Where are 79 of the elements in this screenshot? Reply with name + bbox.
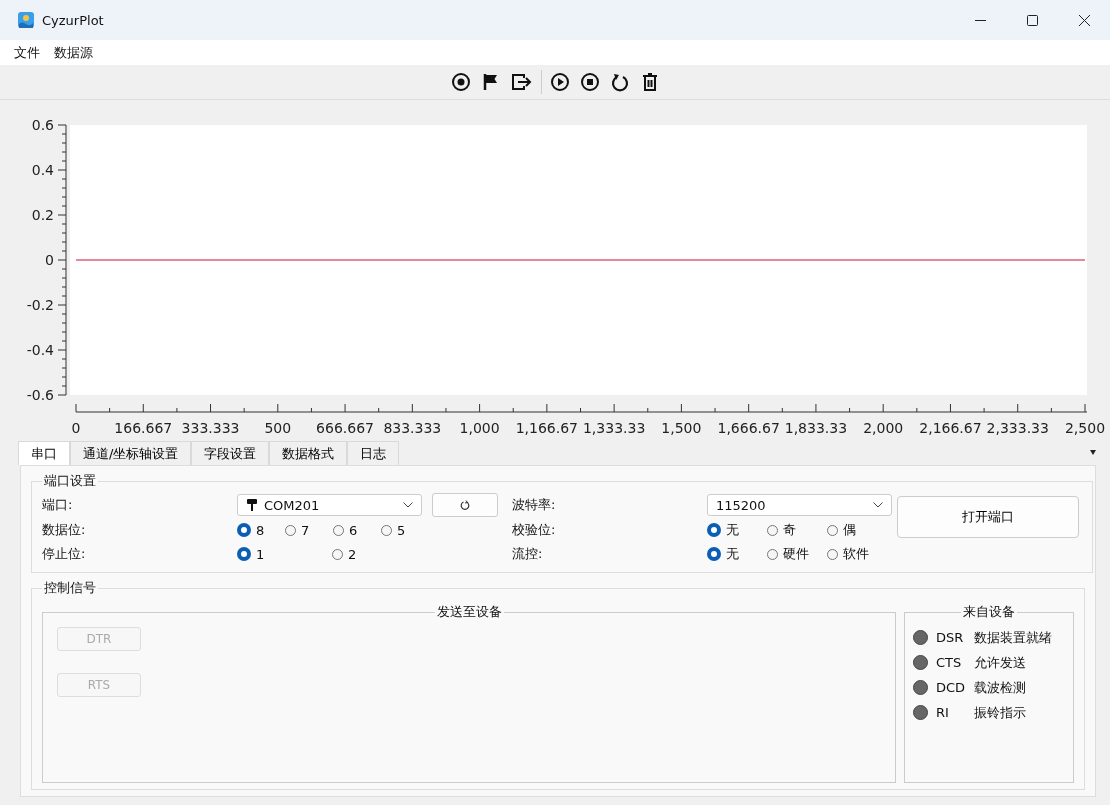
tab[interactable]: 通道/坐标轴设置 xyxy=(70,441,192,465)
y-tick-label: 0 xyxy=(45,252,54,268)
radio-option[interactable]: 无 xyxy=(707,521,739,539)
radio-option[interactable]: 5 xyxy=(381,522,406,538)
refresh-icon xyxy=(460,500,470,510)
stop-icon xyxy=(579,72,600,92)
field-label: 波特率: xyxy=(512,496,556,514)
x-tick-label: 1,000 xyxy=(459,420,500,436)
group-title: 发送至设备 xyxy=(435,603,503,621)
field-label: 停止位: xyxy=(42,545,86,563)
radio-option[interactable]: 1 xyxy=(237,546,265,562)
dropdown-value: COM201 xyxy=(264,497,321,513)
radio-option[interactable]: 奇 xyxy=(767,521,796,539)
tab[interactable]: 字段设置 xyxy=(191,441,270,465)
signal-name: RI xyxy=(936,705,950,720)
x-tick-label: 2,000 xyxy=(863,420,904,436)
x-tick-label: 833.333 xyxy=(383,420,442,436)
field-label: 端口: xyxy=(42,496,73,514)
field-label: 流控: xyxy=(512,545,543,563)
menu-item[interactable]: 文件 xyxy=(14,43,40,62)
radio-option[interactable]: 无 xyxy=(707,545,739,563)
close-icon xyxy=(1078,14,1090,26)
y-tick-label: -0.2 xyxy=(26,297,54,313)
pin-icon xyxy=(246,498,258,512)
x-tick-label: 1,500 xyxy=(661,420,702,436)
chevron-down-icon xyxy=(403,502,413,508)
group-title: 控制信号 xyxy=(43,579,97,597)
x-tick-label: 666.667 xyxy=(316,420,374,436)
x-tick-label: 1,333.33 xyxy=(582,420,646,436)
app-logo-icon xyxy=(18,12,34,28)
signal-description: 允许发送 xyxy=(974,653,1026,672)
radio-option[interactable]: 8 xyxy=(237,522,265,538)
x-tick-label: 2,166.67 xyxy=(919,420,982,436)
x-tick-label: 1,833.33 xyxy=(784,420,848,436)
window-title: CyzurPlot xyxy=(42,12,104,28)
tab[interactable]: 数据格式 xyxy=(269,441,348,465)
x-tick-label: 500 xyxy=(264,420,292,436)
x-tick-label: 0 xyxy=(71,420,81,436)
port-dropdown[interactable]: COM201 xyxy=(237,494,422,516)
circle-dot-icon xyxy=(450,72,471,92)
radio-option[interactable]: 7 xyxy=(285,522,310,538)
signal-name: DSR xyxy=(936,630,965,645)
tab[interactable]: 串口 xyxy=(18,441,70,465)
signal-name: DCD xyxy=(936,680,967,695)
y-tick-label: 0.6 xyxy=(31,117,54,133)
signal-description: 数据装置就绪 xyxy=(974,628,1052,647)
open-port-button[interactable]: 打开端口 xyxy=(897,496,1079,538)
radio-option[interactable]: 2 xyxy=(332,546,357,562)
refresh-icon xyxy=(609,72,630,92)
menu-item[interactable]: 数据源 xyxy=(54,43,93,62)
exit-icon xyxy=(510,72,533,92)
y-tick-label: -0.4 xyxy=(26,342,54,358)
y-tick-label: 0.4 xyxy=(31,162,54,178)
group-title: 端口设置 xyxy=(43,472,97,490)
x-tick-label: 1,666.67 xyxy=(717,420,780,436)
dropdown-value: 115200 xyxy=(716,497,767,513)
tab[interactable]: 日志 xyxy=(347,441,400,465)
field-label: 数据位: xyxy=(42,521,86,539)
x-tick-label: 166.667 xyxy=(114,420,173,436)
radio-option[interactable]: 硬件 xyxy=(767,545,809,563)
signal-description: 振铃指示 xyxy=(974,703,1026,722)
radio-option[interactable]: 6 xyxy=(333,522,358,538)
dropdown-triangle-icon[interactable] xyxy=(1090,450,1096,455)
x-tick-label: 2,500 xyxy=(1064,420,1106,436)
radio-option[interactable]: 偶 xyxy=(827,521,856,539)
radio-option[interactable]: 软件 xyxy=(827,545,869,563)
y-tick-label: -0.6 xyxy=(26,387,54,403)
chevron-down-icon xyxy=(873,502,883,508)
x-tick-label: 2,333.33 xyxy=(986,420,1049,436)
baud-rate-dropdown[interactable]: 115200 xyxy=(707,494,892,516)
signal-description: 载波检测 xyxy=(974,678,1026,697)
group-title: 来自设备 xyxy=(962,603,1016,621)
x-tick-label: 1,166.67 xyxy=(515,420,579,436)
y-tick-label: 0.2 xyxy=(31,207,54,223)
play-icon xyxy=(549,72,570,92)
signal-name: CTS xyxy=(936,655,963,670)
field-label: 校验位: xyxy=(512,521,556,539)
maximize-icon xyxy=(1026,14,1038,26)
x-tick-label: 333.333 xyxy=(181,420,240,436)
